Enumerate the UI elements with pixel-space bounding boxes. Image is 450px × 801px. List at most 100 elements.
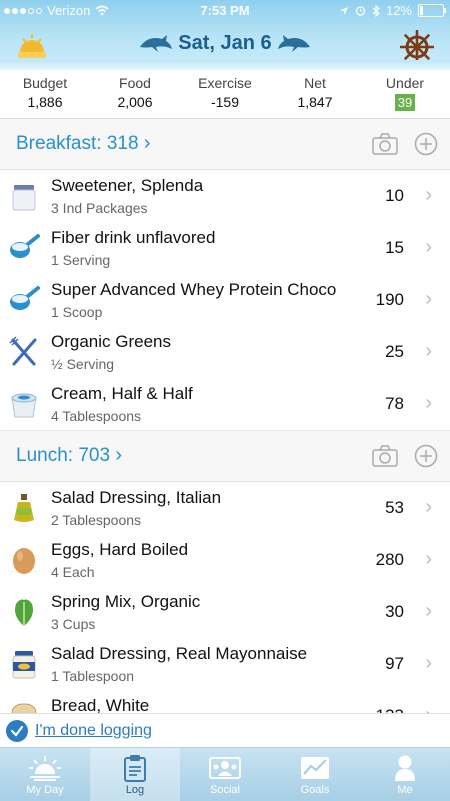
food-serving: 1 Scoop [51, 304, 103, 320]
food-item[interactable]: Organic Greens ½ Serving 25 › [0, 326, 450, 379]
under-badge: 39 [394, 94, 416, 111]
summary-budget: Budget 1,886 [0, 70, 90, 118]
tab-my-day[interactable]: My Day [0, 748, 90, 801]
chevron-right-icon: › [425, 652, 432, 674]
tab-log[interactable]: Log [90, 748, 180, 801]
done-logging-link[interactable]: I'm done logging [35, 722, 152, 740]
scoop-icon [10, 286, 40, 310]
summary-label: Exercise [198, 75, 252, 91]
dolphin-left-icon[interactable] [138, 33, 174, 55]
chevron-right-icon: › [425, 184, 432, 206]
summary-under: Under 39 [360, 70, 450, 118]
food-calories: 15 [385, 238, 404, 257]
summary-value: -159 [210, 94, 240, 110]
summary-label: Net [304, 75, 326, 91]
app-header: Verizon 7:53 PM 12% Sat, Jan 6 [0, 0, 450, 70]
egg-icon [13, 548, 35, 574]
jar-icon [12, 185, 36, 211]
tab-label: Me [397, 784, 413, 796]
food-calories: 97 [385, 654, 404, 673]
food-serving: ½ Serving [51, 356, 115, 372]
date-navigator: Sat, Jan 6 [0, 32, 450, 55]
food-name: Salad Dressing, Real Mayonnaise [51, 644, 308, 663]
food-item[interactable]: Cream, Half & Half 4 Tablespoons 78 › [0, 378, 450, 431]
food-name: Organic Greens [51, 332, 171, 351]
add-food-icon[interactable] [414, 444, 438, 468]
food-serving: 4 Each [51, 564, 95, 580]
chevron-right-icon: › [425, 548, 432, 570]
food-item[interactable]: Eggs, Hard Boiled 4 Each 280 › [0, 534, 450, 587]
mayo-jar-icon [12, 651, 36, 679]
summary-food: Food 2,006 [90, 70, 180, 118]
food-name: Salad Dressing, Italian [51, 488, 222, 507]
food-serving: 3 Cups [51, 616, 96, 632]
chevron-right-icon: › [425, 496, 432, 518]
status-bar: Verizon 7:53 PM 12% [0, 0, 450, 22]
food-item[interactable]: Super Advanced Whey Protein Choco 1 Scoo… [0, 274, 450, 327]
social-icon [209, 757, 241, 779]
food-item[interactable]: Sweetener, Splenda 3 Ind Packages 10 › [0, 170, 450, 223]
oil-bottle-icon [14, 494, 34, 522]
goals-icon [301, 757, 329, 779]
alarm-icon [355, 6, 366, 16]
food-serving: 1 Serving [51, 252, 111, 268]
food-serving: 2 Tablespoons [51, 512, 142, 528]
food-name: Fiber drink unflavored [51, 228, 216, 247]
tab-me[interactable]: Me [360, 748, 450, 801]
checkmark-icon[interactable] [6, 720, 28, 742]
camera-icon[interactable] [372, 445, 398, 467]
date-title[interactable]: Sat, Jan 6 [178, 32, 271, 55]
tab-label: Social [210, 784, 240, 796]
summary-value: 2,006 [117, 94, 153, 110]
battery-percent: 12% [385, 3, 412, 18]
food-name: Spring Mix, Organic [51, 592, 201, 611]
ship-wheel-icon[interactable] [400, 30, 434, 64]
summary-net: Net 1,847 [270, 70, 360, 118]
camera-icon[interactable] [372, 133, 398, 155]
chevron-right-icon: › [425, 340, 432, 362]
lunch-title[interactable]: Lunch: 703 [16, 445, 110, 466]
done-logging-bar: I'm done logging [0, 713, 450, 748]
food-calories: 10 [385, 186, 404, 205]
tab-social[interactable]: Social [180, 748, 270, 801]
summary-exercise: Exercise -159 [180, 70, 270, 118]
tab-label: Log [125, 784, 145, 796]
food-item[interactable]: Salad Dressing, Real Mayonnaise 1 Tables… [0, 638, 450, 691]
chevron-right-icon: › [143, 132, 151, 154]
creamer-icon [11, 393, 37, 418]
food-item[interactable]: Salad Dressing, Italian 2 Tablespoons 53… [0, 482, 450, 535]
food-calories: 25 [385, 342, 404, 361]
food-item[interactable]: Spring Mix, Organic 3 Cups 30 › [0, 586, 450, 639]
bluetooth-icon [372, 4, 380, 17]
food-serving: 3 Ind Packages [51, 200, 148, 216]
chevron-right-icon: › [425, 392, 432, 414]
food-serving: 4 Tablespoons [51, 408, 142, 424]
summary-value: 1,847 [297, 94, 333, 110]
food-calories: 78 [385, 394, 404, 413]
tab-label: Goals [300, 784, 330, 796]
chevron-right-icon: › [425, 236, 432, 258]
summary-label: Budget [22, 75, 68, 91]
person-icon [395, 755, 415, 781]
breakfast-header[interactable]: Breakfast: 318 › [0, 119, 450, 170]
food-calories: 190 [375, 290, 404, 309]
food-name: Sweetener, Splenda [51, 176, 204, 195]
food-serving: 1 Tablespoon [51, 668, 135, 684]
calorie-summary: Budget 1,886 Food 2,006 Exercise -159 Ne… [0, 70, 450, 119]
food-item[interactable]: Fiber drink unflavored 1 Serving 15 › [0, 222, 450, 275]
food-calories: 53 [385, 498, 404, 517]
add-food-icon[interactable] [414, 132, 438, 156]
tab-goals[interactable]: Goals [270, 748, 360, 801]
summary-label: Food [119, 75, 151, 91]
chevron-right-icon: › [115, 444, 122, 466]
breakfast-title[interactable]: Breakfast: 318 [16, 133, 139, 154]
location-icon [339, 6, 348, 15]
tab-bar: My Day Log Social Goals Me [0, 747, 450, 801]
food-name: Eggs, Hard Boiled [51, 540, 189, 559]
chevron-right-icon: › [425, 600, 432, 622]
lunch-header[interactable]: Lunch: 703 › [0, 431, 450, 482]
summary-value: 1,886 [27, 94, 63, 110]
sunrise-icon [29, 756, 61, 781]
dolphin-right-icon[interactable] [276, 33, 312, 55]
fork-knife-icon [9, 336, 37, 366]
